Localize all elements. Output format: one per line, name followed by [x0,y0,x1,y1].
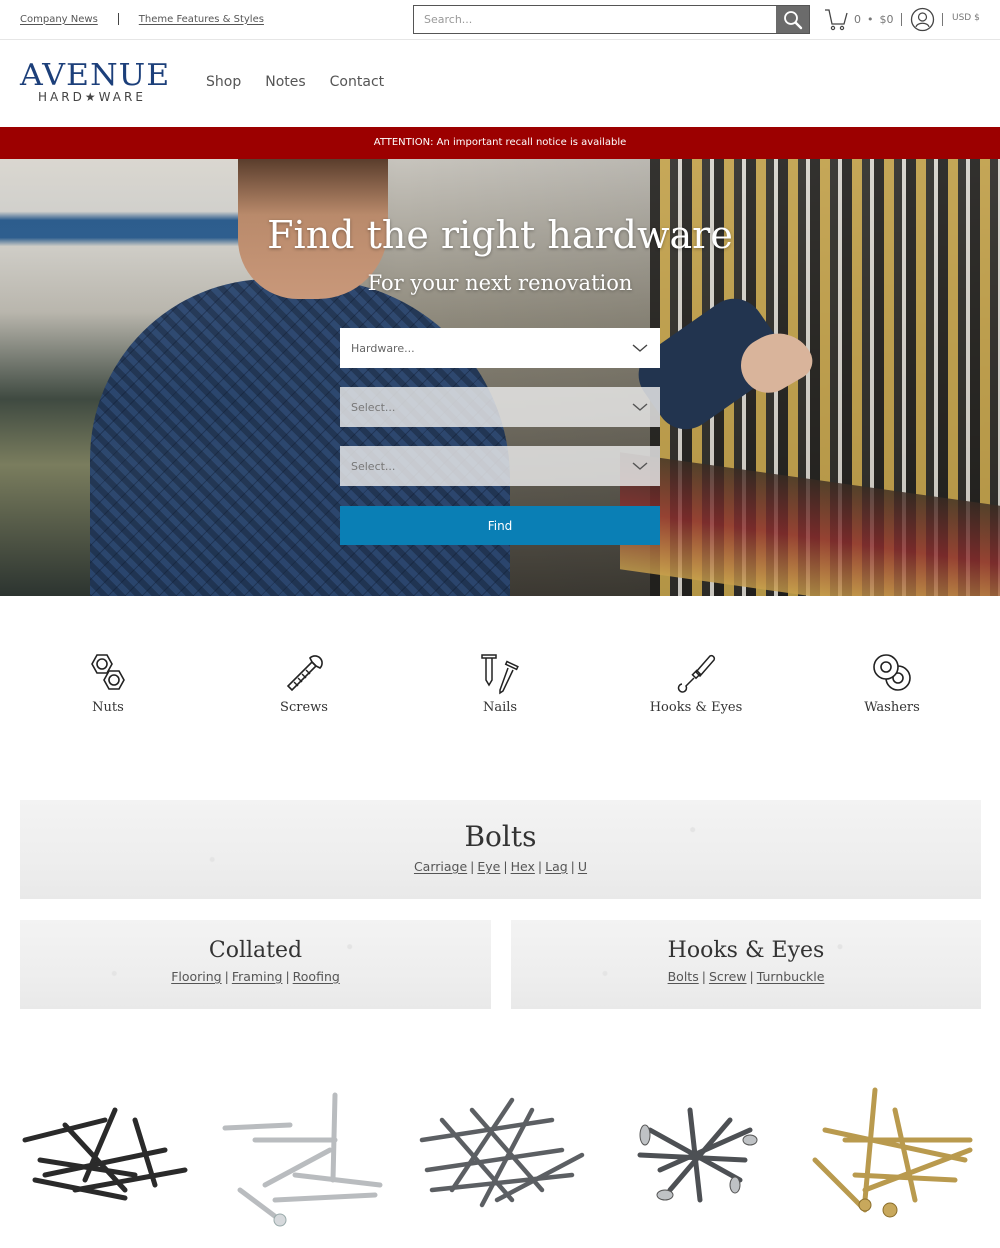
account-button[interactable] [910,7,935,36]
product-stainless-screws[interactable] [412,1080,592,1230]
collection-title: Collated [208,938,303,963]
cart-count: 0 [854,12,861,26]
category-washers[interactable]: Washers [794,640,990,715]
divider: | [701,969,706,984]
type-select[interactable]: Select... [340,387,660,427]
washers-icon [873,654,911,691]
link-turnbuckle[interactable]: Turnbuckle [757,969,825,984]
user-icon [910,7,935,32]
nav-contact[interactable]: Contact [330,74,384,90]
hex-nuts-icon [91,654,125,690]
product-image-row [0,1080,1000,1240]
search-icon [783,10,802,29]
cart-separator: • [867,12,874,26]
search-button[interactable] [776,6,809,33]
alert-text: ATTENTION: An important recall notice is… [373,137,627,148]
recall-alert-bar[interactable]: ATTENTION: An important recall notice is… [0,127,1000,159]
divider [900,12,902,26]
nav-notes[interactable]: Notes [265,74,305,90]
currency-selector[interactable]: USD $ [952,13,980,23]
category-hooks-eyes[interactable]: Hooks & Eyes [598,640,794,715]
cart-link[interactable]: 0 • $0 [824,7,909,31]
search-input[interactable] [414,6,776,33]
divider: | [470,859,475,874]
screw-pile-image [812,1087,973,1218]
hero-subtitle: For your next renovation [367,271,633,295]
category-screws[interactable]: Screws [206,640,402,715]
hero-person-quilting [90,279,510,596]
chevron-down-icon [632,462,648,470]
collection-links: Carriage | Eye | Hex | Lag | U [20,859,981,874]
screw-pile-image [637,1107,758,1203]
divider: | [224,969,229,984]
utility-links: Company News Theme Features & Styles [20,13,264,25]
divider [117,13,119,25]
collection-hooks-eyes[interactable]: Hooks & Eyes Bolts | Screw | Turnbuckle [511,920,981,1009]
product-wafer-screws[interactable] [620,1080,800,1230]
find-button[interactable]: Find [340,506,660,545]
product-brass-screws[interactable] [805,1080,985,1230]
collection-links: Flooring | Framing | Roofing [20,969,491,984]
size-select-value: Select... [351,459,396,473]
cart-total: $0 [879,12,894,26]
category-nails[interactable]: Nails [402,640,598,715]
category-icons: Nuts Screws Nails Hooks & Eyes Washers [0,640,1000,750]
collection-title: Hooks & Eyes [667,938,825,963]
divider: | [285,969,290,984]
link-eye[interactable]: Eye [477,859,500,874]
cart-icon [825,9,848,31]
divider: | [749,969,754,984]
logo[interactable]: AVENUE HARD★WARE [20,61,180,105]
category-nuts[interactable]: Nuts [10,640,206,715]
chevron-down-icon [632,344,648,352]
link-carriage[interactable]: Carriage [414,859,467,874]
category-label: Hooks & Eyes [649,700,743,715]
divider: | [503,859,508,874]
category-label: Nuts [92,700,124,715]
link-lag[interactable]: Lag [545,859,568,874]
link-u[interactable]: U [578,859,587,874]
divider: | [537,859,543,874]
product-black-screws[interactable] [15,1080,195,1230]
collection-title: Bolts [464,820,537,853]
link-flooring[interactable]: Flooring [171,969,221,984]
type-select-value: Select... [351,400,396,414]
hardware-select[interactable]: Hardware... [340,328,660,368]
product-zinc-screws[interactable] [215,1080,395,1230]
divider: | [570,859,575,874]
theme-features-link[interactable]: Theme Features & Styles [139,14,264,25]
category-label: Washers [864,700,920,715]
link-framing[interactable]: Framing [232,969,283,984]
screw-pile-image [222,1092,383,1227]
main-nav: Shop Notes Contact [206,74,384,90]
link-bolts[interactable]: Bolts [668,969,699,984]
link-roofing[interactable]: Roofing [293,969,340,984]
size-select[interactable]: Select... [340,446,660,486]
nails-icon [481,654,519,695]
company-news-link[interactable]: Company News [20,14,98,25]
nav-shop[interactable]: Shop [206,74,241,90]
collection-bolts[interactable]: Bolts Carriage | Eye | Hex | Lag | U [20,800,981,899]
chevron-down-icon [632,403,648,411]
site-header: AVENUE HARD★WARE Shop Notes Contact [0,40,1000,127]
hardware-select-value: Hardware... [351,341,415,355]
category-label: Nails [482,700,518,715]
hero-banner: Find the right hardware For your next re… [0,159,1000,596]
link-screw[interactable]: Screw [709,969,747,984]
screw-pile-image [22,1107,188,1201]
divider [942,13,943,26]
hook-icon [677,654,716,693]
category-label: Screws [280,700,328,715]
collection-links: Bolts | Screw | Turnbuckle [511,969,981,984]
logo-wordmark: AVENUE [20,58,171,93]
screw-icon [286,655,323,692]
collection-collated[interactable]: Collated Flooring | Framing | Roofing [20,920,491,1009]
utility-bar: Company News Theme Features & Styles 0 •… [0,0,1000,40]
screw-pile-image [419,1097,585,1208]
search-bar [413,5,810,34]
link-hex[interactable]: Hex [511,859,535,874]
hero-title: Find the right hardware [267,213,733,257]
